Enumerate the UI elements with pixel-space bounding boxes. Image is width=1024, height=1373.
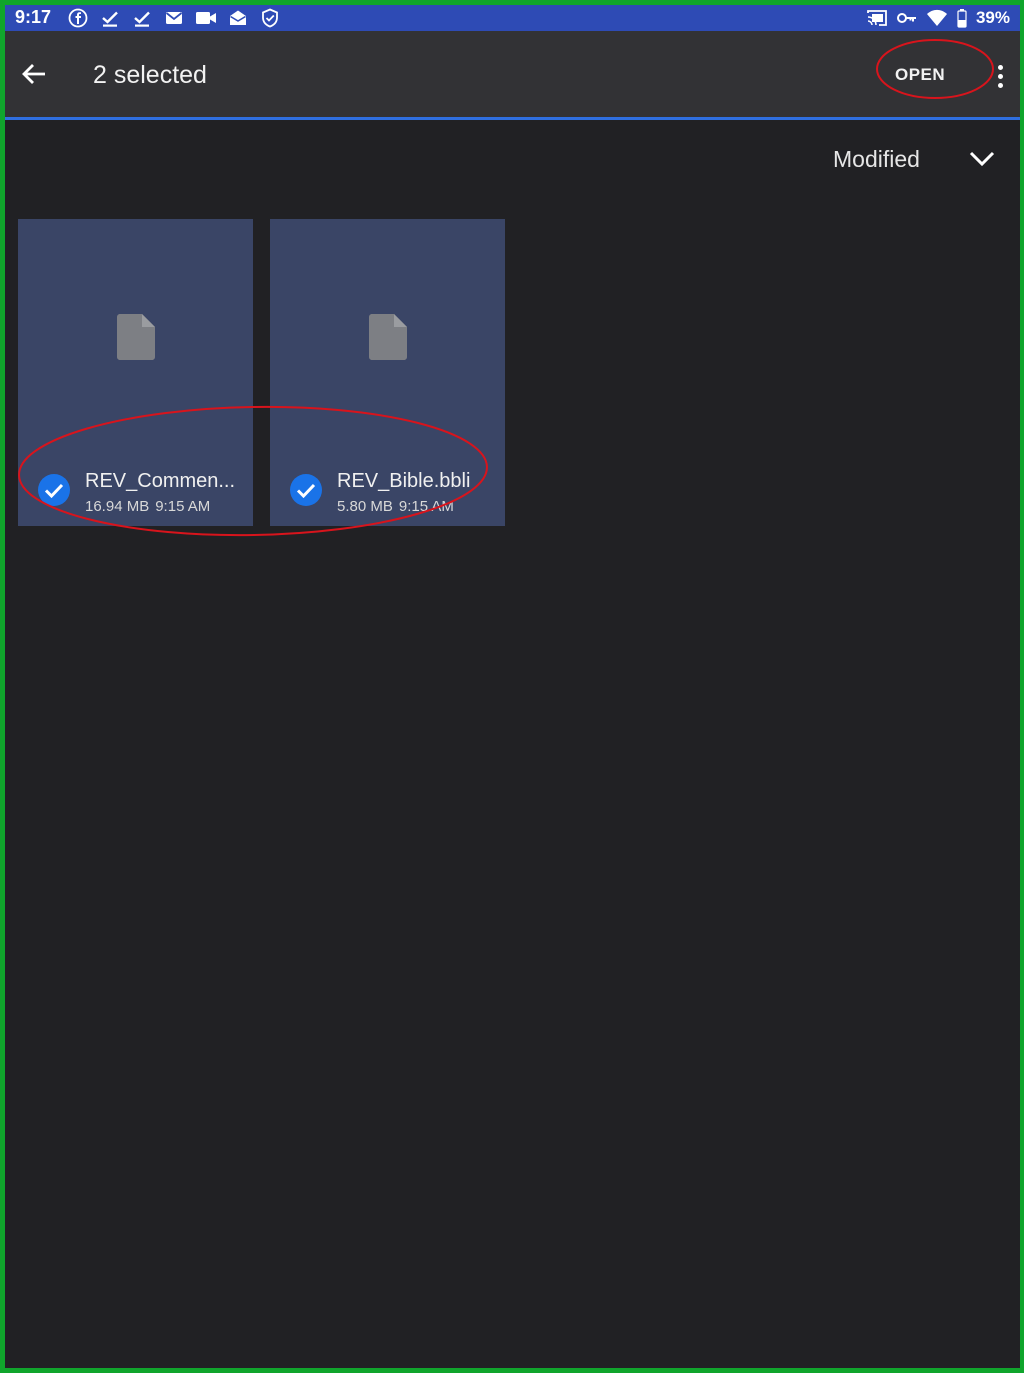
selection-count-title: 2 selected [93,61,207,89]
file-size: 5.80 MB [337,498,393,515]
cast-icon [866,7,888,29]
chevron-down-icon[interactable] [967,147,997,171]
status-time: 9:17 [15,7,52,27]
shield-icon [259,7,281,29]
download-done-icon [131,7,153,29]
mail-icon [163,7,185,29]
download-done-icon [99,7,121,29]
file-card[interactable]: REV_Commen... 16.94 MB 9:15 AM [18,219,253,526]
file-card[interactable]: REV_Bible.bbli 5.80 MB 9:15 AM [270,219,505,526]
file-time: 9:15 AM [398,498,454,515]
vpn-key-icon [896,7,918,29]
back-button[interactable] [17,57,51,91]
facebook-icon [67,7,89,29]
system-icons: 39% [866,6,1010,30]
file-icon [117,314,155,360]
file-size: 16.94 MB [85,498,150,515]
mail-open-icon [227,7,249,29]
video-icon [195,7,217,29]
battery-icon [956,7,968,29]
sort-by-modified[interactable]: Modified [833,146,920,173]
app-bar: 2 selected OPEN [5,31,1020,120]
open-button[interactable]: OPEN [895,65,945,85]
notification-icons [67,6,281,30]
wifi-icon [926,7,948,29]
more-options-button[interactable] [990,61,1010,91]
battery-percent: 39% [975,8,1010,27]
file-picker-screen: 9:17 39% 2 selected OPEN Modified REV_Co… [5,5,1020,1368]
selected-check-icon[interactable] [289,473,323,507]
file-name: REV_Commen... [85,470,236,492]
status-bar: 9:17 39% [5,5,1020,31]
arrow-back-icon [22,64,45,84]
file-meta: 16.94 MB 9:15 AM [85,498,210,515]
annotation-overlay [18,39,994,537]
file-icon [369,314,407,360]
selected-check-icon[interactable] [37,473,71,507]
file-name: REV_Bible.bbli [337,470,471,492]
file-time: 9:15 AM [155,498,211,515]
more-vert-icon [997,64,1003,70]
file-meta: 5.80 MB 9:15 AM [337,498,454,515]
